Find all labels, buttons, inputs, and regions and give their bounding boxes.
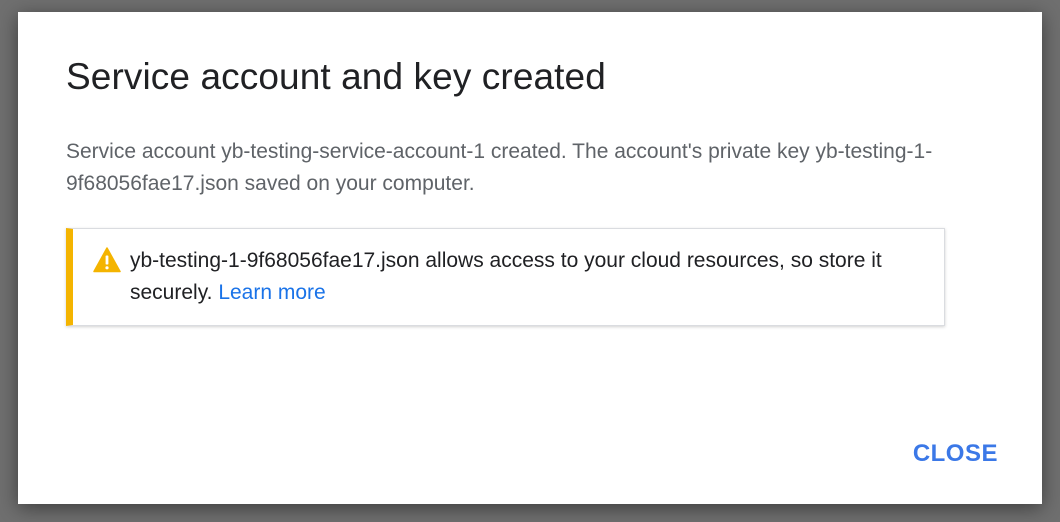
service-account-created-dialog: Service account and key created Service … (18, 12, 1042, 504)
warning-text: yb-testing-1-9f68056fae17.json allows ac… (130, 245, 930, 309)
warning-banner: yb-testing-1-9f68056fae17.json allows ac… (66, 228, 945, 326)
dialog-title: Service account and key created (66, 56, 606, 97)
warning-icon (93, 247, 121, 273)
dialog-message: Service account yb-testing-service-accou… (66, 140, 933, 195)
learn-more-link[interactable]: Learn more (218, 281, 325, 304)
close-button[interactable]: CLOSE (913, 440, 998, 468)
